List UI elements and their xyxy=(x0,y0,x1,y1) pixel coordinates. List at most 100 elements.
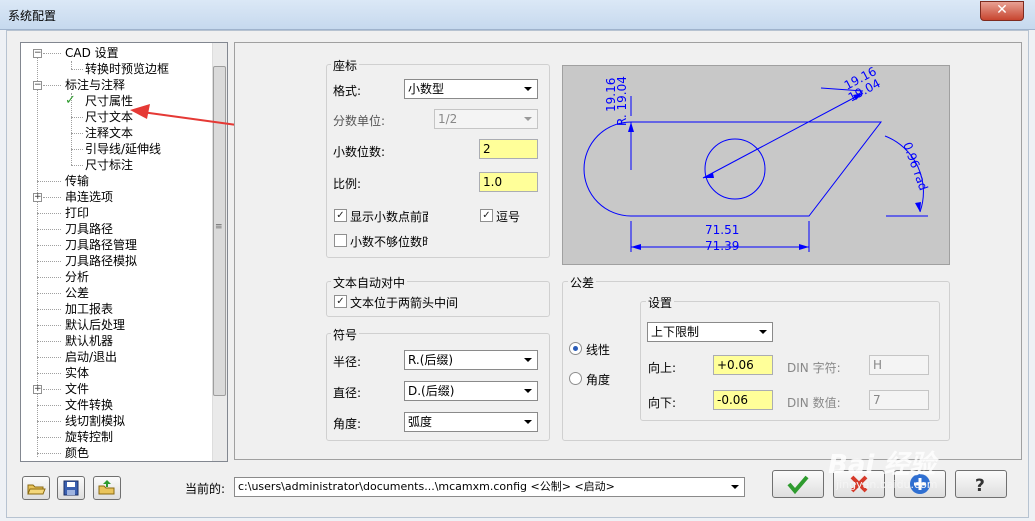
open-config-button[interactable] xyxy=(22,476,50,500)
annotation-arrow xyxy=(130,104,245,127)
tree-line xyxy=(37,341,61,342)
chevron-down-icon xyxy=(759,330,767,334)
auto-center-title: 文本自动对中 xyxy=(331,274,408,291)
collapse-toggle[interactable]: − xyxy=(33,81,42,90)
pad-decimals-checkbox[interactable] xyxy=(334,234,347,247)
tree-item-startup-exit[interactable]: 启动/退出 xyxy=(65,349,117,365)
decimals-input[interactable]: 2 xyxy=(479,139,538,159)
format-select[interactable]: 小数型 xyxy=(404,79,538,99)
expand-toggle[interactable]: + xyxy=(33,193,42,202)
tree-item-leader-lines[interactable]: 引导线/延伸线 xyxy=(85,141,161,157)
chevron-down-icon xyxy=(524,87,532,91)
tree-item-colors[interactable]: 颜色 xyxy=(65,445,89,461)
tree-line xyxy=(43,85,61,86)
leading-zero-label: 显示小数点前面 xyxy=(350,210,428,224)
tree-item-toolpath-sim[interactable]: 刀具路径模拟 xyxy=(65,253,137,269)
scale-input[interactable]: 1.0 xyxy=(479,172,538,192)
tree-item-report[interactable]: 加工报表 xyxy=(65,301,113,317)
dim-bottom-1: 71.51 xyxy=(705,223,739,237)
diameter-select[interactable]: D.(后缀) xyxy=(404,381,538,401)
pad-decimals-label: 小数不够位数时 xyxy=(350,235,428,249)
symbols-title: 符号 xyxy=(331,326,360,343)
tree-line xyxy=(37,229,61,230)
fraction-value: 1/2 xyxy=(438,112,458,126)
tree-line xyxy=(37,261,61,262)
between-arrows-label: 文本位于两箭头中间 xyxy=(350,296,459,310)
din-char-input[interactable]: H xyxy=(869,355,929,375)
tree-item-toolpath-manager[interactable]: 刀具路径管理 xyxy=(65,237,137,253)
comma-label: 逗号 xyxy=(496,210,521,224)
help-button[interactable]: ? xyxy=(955,470,1007,498)
dimension-preview: 71.51 71.39 19.16 19.04 19.16 R. 19.04 0… xyxy=(562,64,950,265)
window-title: 系统配置 xyxy=(8,9,57,23)
tree-item-preview-border[interactable]: 转换时预览边框 xyxy=(85,61,169,77)
tree-line xyxy=(71,149,83,150)
tree-item-rotary[interactable]: 旋转控制 xyxy=(65,429,113,445)
radius-select[interactable]: R.(后缀) xyxy=(404,350,538,370)
lower-input[interactable]: -0.06 xyxy=(713,390,773,410)
linear-label: 线性 xyxy=(586,343,611,357)
tolerance-mode-value: 上下限制 xyxy=(651,325,700,339)
decimals-label: 小数位数: xyxy=(333,145,386,159)
save-disk-icon xyxy=(63,480,79,496)
tree-line xyxy=(71,117,83,118)
between-arrows-checkbox[interactable]: ✓ xyxy=(334,295,347,308)
angle-value: 弧度 xyxy=(408,415,433,429)
tree-line xyxy=(37,357,61,358)
diameter-label: 直径: xyxy=(333,386,362,400)
merge-config-button[interactable] xyxy=(93,476,121,500)
diameter-value: D.(后缀) xyxy=(408,384,455,398)
tree-line xyxy=(71,69,83,70)
current-config-label: 当前的: xyxy=(185,482,226,496)
tree-line xyxy=(37,405,61,406)
din-value-input[interactable]: 7 xyxy=(869,390,929,410)
chevron-down-icon xyxy=(524,358,532,362)
tree-item-default-post[interactable]: 默认后处理 xyxy=(65,317,125,333)
leading-zero-checkbox[interactable]: ✓ xyxy=(334,209,347,222)
radius-value: R.(后缀) xyxy=(408,353,454,367)
svg-text:?: ? xyxy=(975,476,985,496)
dim-angle: 0.96 rad xyxy=(900,140,930,192)
tree-item-toolpath[interactable]: 刀具路径 xyxy=(65,221,113,237)
tree-line xyxy=(43,389,61,390)
config-path-select[interactable]: c:\users\administrator\documents...\mcam… xyxy=(234,477,745,497)
ok-button[interactable] xyxy=(772,470,824,498)
tree-item-dimensioning[interactable]: 尺寸标注 xyxy=(85,157,133,173)
tree-item-file-conversion[interactable]: 文件转换 xyxy=(65,397,113,413)
tree-item-files[interactable]: 文件 xyxy=(65,381,89,397)
tree-item-solids[interactable]: 实体 xyxy=(65,365,89,381)
tree-item-dim-annotation[interactable]: 标注与注释 xyxy=(65,77,125,93)
tree-item-print[interactable]: 打印 xyxy=(65,205,89,221)
open-folder-icon xyxy=(27,484,46,495)
linear-radio[interactable] xyxy=(569,342,582,355)
din-value-label: DIN 数值: xyxy=(787,396,841,410)
angular-radio[interactable] xyxy=(569,372,582,385)
comma-checkbox[interactable]: ✓ xyxy=(480,209,493,222)
tree-line xyxy=(37,213,61,214)
dim-bottom-2: 71.39 xyxy=(705,239,739,253)
chevron-down-icon xyxy=(524,117,532,121)
close-button[interactable]: ✕ xyxy=(980,1,1024,21)
tree-item-tolerance[interactable]: 公差 xyxy=(65,285,89,301)
fraction-select[interactable]: 1/2 xyxy=(434,109,538,129)
tolerance-mode-select[interactable]: 上下限制 xyxy=(647,322,773,342)
tree-line xyxy=(37,421,61,422)
expand-toggle[interactable]: + xyxy=(33,385,42,394)
dim-left-2: R. 19.04 xyxy=(615,76,629,126)
tree-item-default-machine[interactable]: 默认机器 xyxy=(65,333,113,349)
watermark-url: jingyan.baidu.com xyxy=(836,478,938,491)
tree-line xyxy=(71,165,83,166)
tree-item-chain-options[interactable]: 串连选项 xyxy=(65,189,113,205)
format-value: 小数型 xyxy=(408,82,445,96)
angle-select[interactable]: 弧度 xyxy=(404,412,538,432)
tree-item-transfer[interactable]: 传输 xyxy=(65,173,89,189)
tree-item-wire-sim[interactable]: 线切割模拟 xyxy=(65,413,125,429)
save-config-button[interactable] xyxy=(57,476,85,500)
format-label: 格式: xyxy=(333,84,362,98)
tree-item-analysis[interactable]: 分析 xyxy=(65,269,89,285)
tree-item-cad-settings[interactable]: CAD 设置 xyxy=(65,45,119,61)
upper-input[interactable]: +0.06 xyxy=(713,355,773,375)
watermark-logo: Bai 经验 xyxy=(828,450,936,480)
tree-line xyxy=(37,293,61,294)
collapse-toggle[interactable]: − xyxy=(33,49,42,58)
